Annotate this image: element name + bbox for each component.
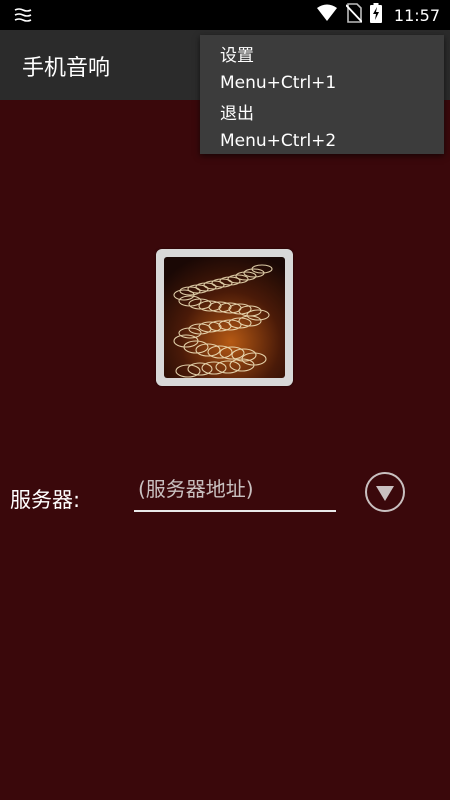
menu-item-settings-label: 设置: [220, 46, 254, 66]
menu-item-settings-shortcut: Menu+Ctrl+1: [220, 73, 337, 93]
notification-icon: [14, 7, 32, 23]
wifi-icon: [316, 4, 338, 26]
server-label: 服务器:: [10, 488, 81, 512]
battery-charging-icon: [369, 3, 382, 27]
server-dropdown-button[interactable]: [364, 471, 406, 513]
status-bar: 11:57: [0, 0, 450, 30]
app-screen: 11:57 手机音响 设置 Menu+Ctrl+1 退出 Menu+Ctrl+2: [0, 0, 450, 800]
spiral-spring-icon: [164, 257, 285, 378]
app-title: 手机音响: [22, 56, 111, 81]
app-logo: [156, 249, 293, 386]
menu-item-exit[interactable]: 退出 Menu+Ctrl+2: [220, 99, 440, 155]
no-sim-icon: [345, 3, 363, 27]
status-time: 11:57: [393, 5, 440, 25]
dropdown-triangle-icon: [365, 472, 405, 512]
menu-item-exit-shortcut: Menu+Ctrl+2: [220, 131, 337, 151]
menu-item-settings[interactable]: 设置 Menu+Ctrl+1: [220, 41, 440, 97]
menu-item-exit-label: 退出: [220, 104, 254, 124]
overflow-menu: 设置 Menu+Ctrl+1 退出 Menu+Ctrl+2: [200, 35, 444, 154]
server-address-input[interactable]: [134, 472, 336, 512]
status-icons: 11:57: [316, 0, 440, 30]
